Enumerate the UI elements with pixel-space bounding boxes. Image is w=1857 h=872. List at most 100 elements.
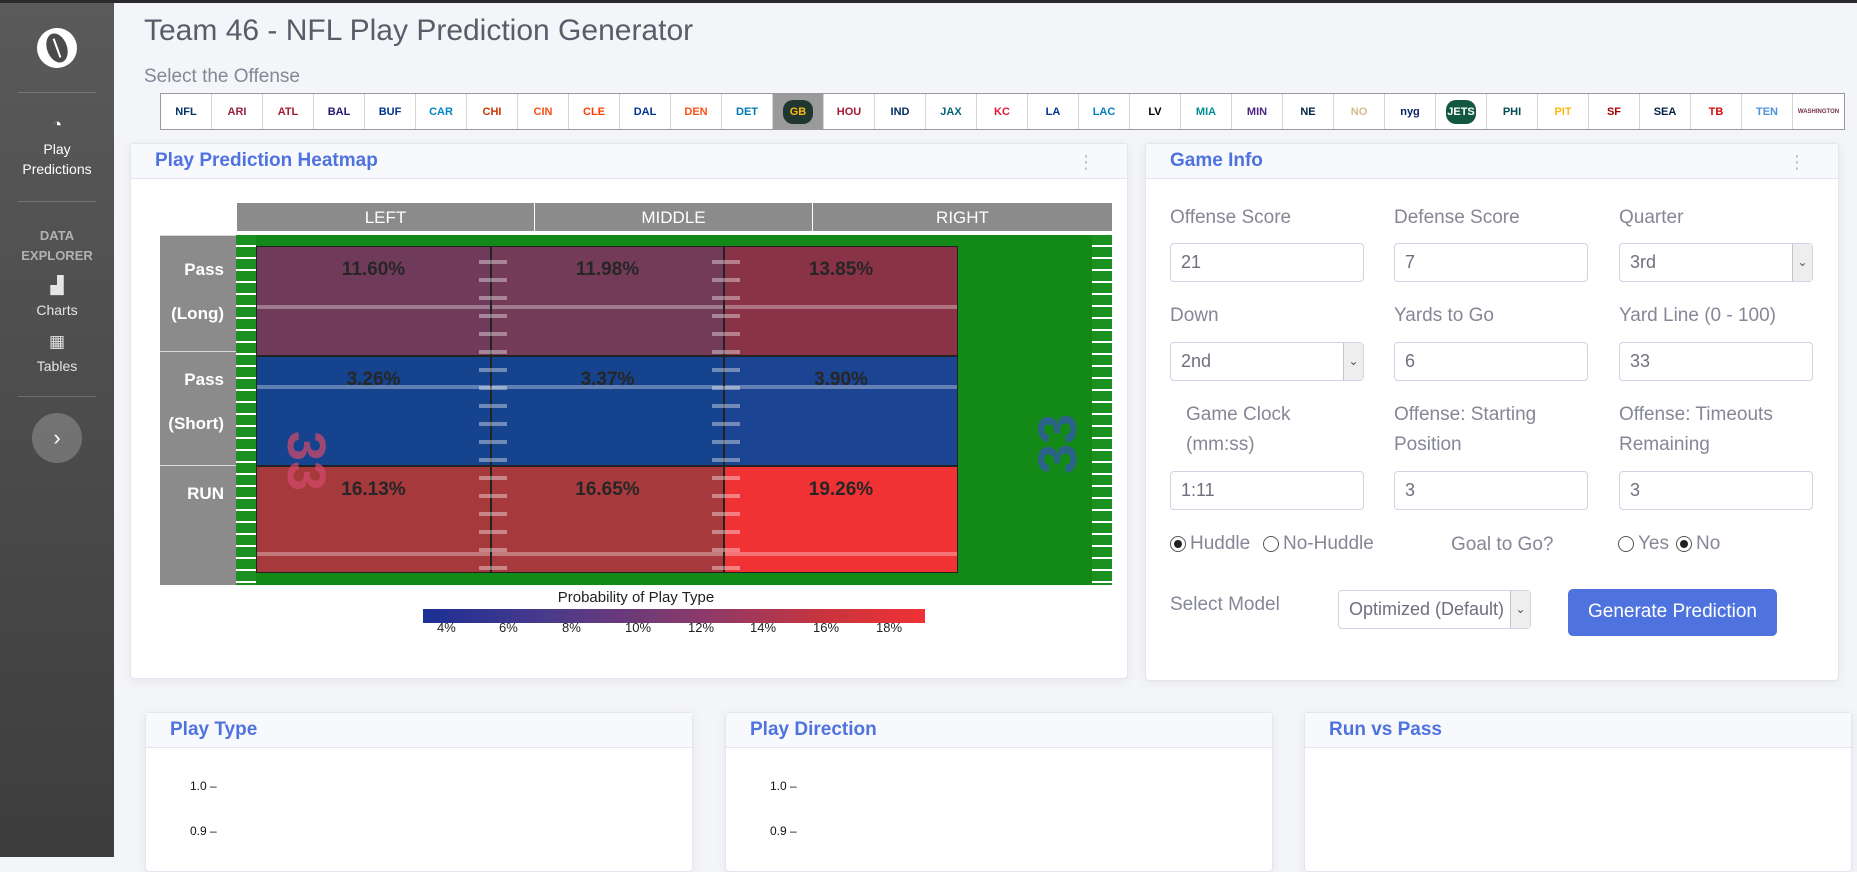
team-logo-jets[interactable]: JETS	[1436, 94, 1487, 129]
team-logo-bal[interactable]: BAL	[314, 94, 365, 129]
team-logo-ne[interactable]: NE	[1283, 94, 1334, 129]
label-line: Offense: Timeouts	[1619, 404, 1773, 425]
team-logo-sea[interactable]: SEA	[1640, 94, 1691, 129]
team-logo-phi[interactable]: PHI	[1487, 94, 1538, 129]
team-logo-det[interactable]: DET	[722, 94, 773, 129]
team-logo-mia[interactable]: MIA	[1181, 94, 1232, 129]
team-logo-ari[interactable]: ARI	[212, 94, 263, 129]
quarter-select[interactable]: 3rd ⌄	[1619, 243, 1813, 282]
top-edge	[0, 0, 1857, 3]
team-logo-mark: TB	[1701, 99, 1731, 124]
yard-stripe	[257, 552, 490, 556]
team-logo-kc[interactable]: KC	[977, 94, 1028, 129]
quarter-value: 3rd	[1630, 252, 1657, 272]
column-header-right: RIGHT	[812, 203, 1112, 231]
generate-prediction-button[interactable]: Generate Prediction	[1568, 589, 1777, 636]
team-logo-washington[interactable]: WASHINGTON	[1793, 94, 1844, 129]
sidebar-item-play-predictions[interactable]: ◔ Play Predictions	[18, 93, 96, 202]
team-logo-nyg[interactable]: nyg	[1385, 94, 1436, 129]
team-logo-mark: LV	[1140, 99, 1170, 124]
chevron-down-icon: ⌄	[1792, 244, 1812, 281]
heatmap-cell-value: 16.65%	[575, 479, 640, 500]
heatmap-cell-value: 3.90%	[814, 369, 868, 390]
row-header-line: (Long)	[171, 304, 224, 323]
heatmap-cell-value: 3.37%	[580, 369, 635, 390]
color-scale-tick: 6%	[499, 620, 518, 635]
brand[interactable]	[18, 3, 96, 93]
goal-yes-radio[interactable]: Yes	[1618, 533, 1669, 555]
offense-score-input[interactable]: 21	[1170, 243, 1364, 282]
heatmap-cell-value: 19.26%	[808, 479, 874, 500]
heatmap-grid: 11.60% 11.98% 13.85% 3.26% 3.37% 3.90% 16.13% 1…	[256, 246, 1092, 573]
sidebar-item-tables[interactable]: ▦ Tables	[0, 326, 114, 382]
team-logo-lac[interactable]: LAC	[1079, 94, 1130, 129]
sidebar-item-charts[interactable]: ▟ Charts	[0, 270, 114, 326]
team-logo-pit[interactable]: PIT	[1538, 94, 1589, 129]
team-logo-dal[interactable]: DAL	[620, 94, 671, 129]
timeouts-input[interactable]: 3	[1619, 471, 1813, 510]
yard-stripe	[257, 305, 490, 309]
heatmap-cell: 3.90%	[724, 356, 958, 466]
huddle-radio[interactable]: Huddle	[1170, 533, 1250, 555]
team-logo-ind[interactable]: IND	[875, 94, 926, 129]
chevron-down-icon: ⌄	[1343, 343, 1363, 380]
team-logo-mark: NO	[1344, 99, 1374, 124]
team-logo-min[interactable]: MIN	[1232, 94, 1283, 129]
team-logo-mark: LAC	[1089, 99, 1119, 124]
team-logo-gb[interactable]: GB	[773, 94, 824, 129]
team-logo-mark: CAR	[426, 99, 456, 124]
team-logo-ten[interactable]: TEN	[1742, 94, 1793, 129]
team-logo-nfl[interactable]: NFL	[161, 94, 212, 129]
y-axis-tick: 0.9 –	[190, 824, 217, 838]
team-logo-tb[interactable]: TB	[1691, 94, 1742, 129]
heatmap-cell-value: 3.26%	[346, 369, 401, 390]
defense-score-input[interactable]: 7	[1394, 243, 1588, 282]
yards-to-go-input[interactable]: 6	[1394, 342, 1588, 381]
team-logo-no[interactable]: NO	[1334, 94, 1385, 129]
team-logo-mark: ARI	[222, 99, 252, 124]
team-logo-la[interactable]: LA	[1028, 94, 1079, 129]
yard-line-input[interactable]: 33	[1619, 342, 1813, 381]
game-clock-input[interactable]: 1:11	[1170, 471, 1364, 510]
card-header: Play Prediction Heatmap ⋮	[131, 144, 1127, 179]
table-icon: ▦	[48, 332, 66, 351]
goal-no-radio[interactable]: No	[1676, 533, 1720, 555]
down-select[interactable]: 2nd ⌄	[1170, 342, 1364, 381]
card-title: Play Prediction Heatmap	[155, 150, 378, 171]
sidebar-item-label: Play Predictions	[22, 141, 92, 177]
team-logo-sf[interactable]: SF	[1589, 94, 1640, 129]
starting-position-label: Offense: Starting Position	[1394, 400, 1536, 460]
team-logo-den[interactable]: DEN	[671, 94, 722, 129]
down-value: 2nd	[1181, 351, 1212, 371]
sidebar-toggle-button[interactable]: ›	[32, 413, 82, 463]
goal-to-go-label: Goal to Go?	[1451, 534, 1554, 555]
team-logo-mark: CHI	[477, 99, 507, 124]
tick-label: 0.9	[770, 824, 787, 838]
team-logo-jax[interactable]: JAX	[926, 94, 977, 129]
team-logo-atl[interactable]: ATL	[263, 94, 314, 129]
hash-marks	[479, 246, 507, 573]
team-logo-lv[interactable]: LV	[1130, 94, 1181, 129]
sidebar-item-label: Tables	[36, 358, 78, 374]
starting-position-input[interactable]: 3	[1394, 471, 1588, 510]
team-logo-mark: BAL	[324, 99, 354, 124]
more-options-icon[interactable]: ⋮	[1077, 152, 1095, 172]
team-logo-cle[interactable]: CLE	[569, 94, 620, 129]
column-header-left: LEFT	[236, 203, 534, 231]
team-logo-mark: DEN	[681, 99, 711, 124]
row-header-line: RUN	[187, 484, 224, 503]
team-logo-hou[interactable]: HOU	[824, 94, 875, 129]
team-logo-chi[interactable]: CHI	[467, 94, 518, 129]
team-logo-cin[interactable]: CIN	[518, 94, 569, 129]
team-logo-car[interactable]: CAR	[416, 94, 467, 129]
team-selector: NFL ARI ATL BAL BUF CAR CHI CIN CLE DAL DEN DET GB HO…	[160, 93, 1845, 130]
row-header-line: Pass	[184, 370, 224, 389]
hash-marks	[712, 246, 740, 573]
yard-stripe	[492, 305, 723, 309]
more-options-icon[interactable]: ⋮	[1788, 152, 1806, 172]
team-logo-buf[interactable]: BUF	[365, 94, 416, 129]
model-select[interactable]: Optimized (Default) ⌄	[1338, 590, 1531, 629]
no-huddle-radio[interactable]: No-Huddle	[1263, 533, 1374, 555]
team-logo-mark: PHI	[1497, 99, 1527, 124]
heatmap-cell: 13.85%	[724, 246, 958, 356]
